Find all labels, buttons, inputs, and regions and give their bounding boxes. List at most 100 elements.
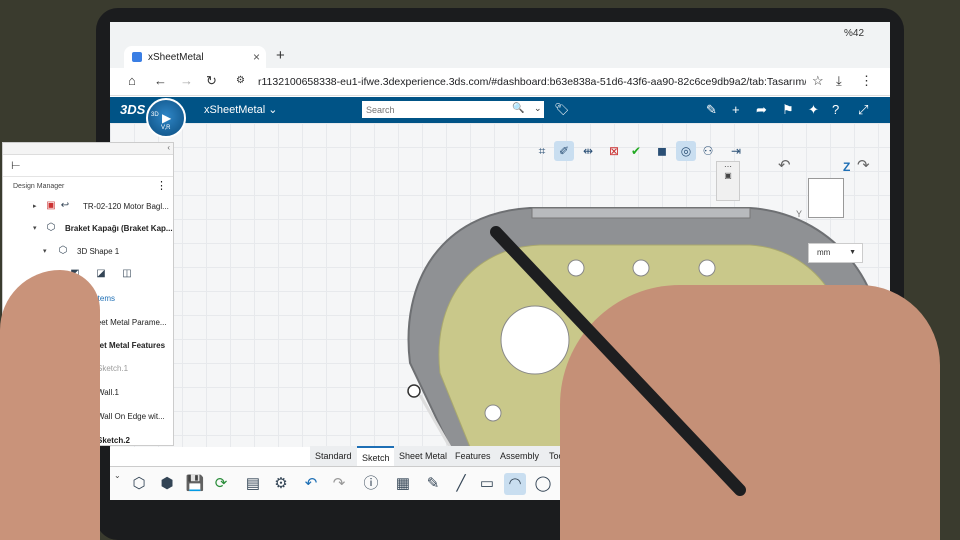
chevron-right-icon[interactable]: ▸ — [33, 202, 37, 210]
redo-icon[interactable]: ↷ — [328, 473, 350, 495]
apps-icon[interactable]: ✦ — [808, 102, 819, 118]
action-bar: ⌗ ✐ ⇹ ⊠ ✔ ◼ ◎ ⚇ ⇥ — [520, 138, 752, 164]
line-icon[interactable]: ╱ — [450, 473, 472, 495]
app-title-text: xSheetMetal — [204, 104, 266, 116]
new-tab-button[interactable]: + — [276, 47, 285, 64]
back-icon[interactable]: ← — [154, 73, 167, 88]
part-icon: ⬡ — [46, 222, 56, 233]
tab-standard[interactable]: Standard — [310, 446, 358, 466]
collapse-panel-icon[interactable]: ‹ — [167, 143, 170, 152]
help-icon[interactable]: ⓘ — [360, 473, 382, 495]
dimension-icon[interactable]: ⇹ — [578, 141, 598, 161]
rectangle-icon[interactable]: ▭ — [476, 473, 498, 495]
delete-constraint-icon[interactable]: ⊠ — [604, 141, 624, 161]
tree-item[interactable]: ▾ ⬡ 3D Shape 1 — [3, 242, 175, 262]
fullscreen-icon[interactable]: ⤢ — [858, 102, 868, 118]
tree-view-icon[interactable]: ⊢ — [11, 159, 21, 172]
hole[interactable] — [632, 259, 650, 277]
check-icon[interactable]: ✔ — [626, 141, 646, 161]
grid-icon[interactable]: ▦ — [392, 473, 414, 495]
search-icon[interactable]: 🔍 — [512, 103, 524, 114]
add-icon[interactable]: + — [732, 102, 740, 117]
large-hole[interactable] — [500, 305, 570, 375]
tree-item-label: Sketch.1 — [97, 364, 129, 373]
right-hand — [560, 285, 940, 540]
reload-icon[interactable]: ↻ — [206, 73, 217, 89]
pen-icon[interactable]: ✎ — [422, 473, 444, 495]
plane-icon[interactable]: ◪ — [95, 268, 107, 280]
gear-icon[interactable]: ⚙ — [270, 473, 292, 495]
shape-icon: ⬡ — [58, 245, 68, 256]
tag-icon[interactable]: 🏷 — [554, 102, 569, 116]
download-icon[interactable]: ⤓ — [836, 73, 842, 89]
snap-icon[interactable]: ◎ — [676, 141, 696, 161]
chevron-down-icon[interactable]: ▾ — [33, 224, 37, 232]
tree-item[interactable]: ▸ ▣ ↩ TR-02-120 Motor Bagl... — [3, 197, 175, 217]
tree-item[interactable]: ▾ ⬡ Braket Kapağı (Braket Kap... — [3, 219, 175, 239]
unit-value: mm — [817, 248, 831, 257]
browser-tab[interactable]: xSheetMetal × — [124, 46, 266, 68]
compass-version: V,R — [161, 125, 171, 131]
app-topbar: 3DS 3D ▶ V,R xSheetMetal ⌄ 🔍 ⌄ 🏷 ✎ + ➦ ⚑… — [110, 97, 890, 138]
tab-sketch[interactable]: Sketch — [357, 446, 396, 466]
help-icon[interactable]: ? — [832, 102, 839, 117]
tree-item-label: 3D Shape 1 — [77, 247, 120, 256]
tab-sheet-metal[interactable]: Sheet Metal — [394, 446, 454, 466]
cube-icon[interactable]: ◼ — [652, 141, 672, 161]
forward-icon[interactable]: → — [180, 73, 193, 88]
unit-select[interactable]: mm ▼ — [808, 243, 863, 263]
home-icon[interactable]: ⌂ — [128, 73, 136, 88]
close-tab-icon[interactable]: × — [253, 50, 260, 64]
save-icon[interactable]: 💾 — [184, 473, 206, 495]
mini-toolbar[interactable]: ⋯ ▣ — [716, 161, 740, 201]
expand-toolbar-icon[interactable]: ⌄ — [114, 471, 121, 480]
sketch-tool-icon[interactable]: ✐ — [554, 141, 574, 161]
chevron-down-icon: ⌄ — [268, 104, 278, 116]
hole[interactable] — [567, 259, 585, 277]
top-flange[interactable] — [531, 207, 751, 219]
tab-features[interactable]: Features — [450, 446, 497, 466]
tree-item-label: Braket Kapağı (Braket Kap... — [65, 224, 173, 233]
browser-tab-title: xSheetMetal — [148, 51, 204, 63]
app-title[interactable]: xSheetMetal ⌄ — [204, 103, 277, 116]
circle-icon[interactable]: ◯ — [532, 473, 554, 495]
status-bar: %42 — [110, 22, 890, 44]
properties-icon[interactable]: ▤ — [242, 473, 264, 495]
new-shape-icon[interactable]: ⬢ — [156, 473, 178, 495]
new-part-icon[interactable]: ⬡ — [128, 473, 150, 495]
browser-menu-icon[interactable]: ⋮ — [860, 73, 873, 89]
hole[interactable] — [698, 259, 716, 277]
users-icon[interactable]: ⚇ — [698, 141, 718, 161]
hole[interactable] — [484, 404, 502, 422]
search-options-chevron-icon[interactable]: ⌄ — [534, 103, 542, 114]
compass-icon[interactable]: 3D ▶ V,R — [146, 98, 186, 138]
design-manager-label: Design Manager — [13, 183, 65, 190]
address-bar: ⌂ ← → ↻ ⚙ r1132100658338-eu1-ifwe.3dexpe… — [110, 68, 890, 96]
play-icon: ▶ — [162, 111, 172, 125]
sketch-plane-icon[interactable]: ⌗ — [532, 141, 552, 161]
bookmark-star-icon[interactable]: ☆ — [812, 73, 824, 89]
forward-share-icon[interactable]: ➦ — [756, 102, 767, 118]
network-icon[interactable]: ⚑ — [782, 102, 794, 118]
refresh-icon[interactable]: ⟳ — [210, 473, 232, 495]
share-icon[interactable]: ✎ — [706, 102, 717, 118]
panel-header: ‹ — [3, 143, 173, 155]
axis-z-label: Z — [843, 160, 851, 174]
sketch-point[interactable] — [407, 384, 421, 398]
site-info-icon[interactable]: ⚙ — [236, 75, 245, 86]
arc-icon[interactable]: ◠ — [504, 473, 526, 495]
rotate-right-icon[interactable]: ↷ — [857, 156, 870, 174]
tab-assembly[interactable]: Assembly — [495, 446, 546, 466]
url-field[interactable]: r1132100658338-eu1-ifwe.3dexperience.3ds… — [258, 72, 806, 92]
browser-tab-strip: xSheetMetal × + — [110, 44, 890, 68]
tree-item-label: TR-02-120 Motor Bagl... — [83, 202, 169, 211]
view-cube[interactable] — [808, 178, 844, 218]
chevron-down-icon[interactable]: ▾ — [43, 247, 47, 255]
rotate-left-icon[interactable]: ↶ — [778, 156, 791, 174]
product-icon: ▣ — [46, 200, 56, 211]
exit-sketch-icon[interactable]: ⇥ — [726, 141, 746, 161]
left-hand — [0, 270, 100, 540]
plane-icon[interactable]: ◫ — [121, 268, 133, 280]
undo-icon[interactable]: ↶ — [300, 473, 322, 495]
more-options-icon[interactable]: ⋮ — [156, 179, 167, 192]
